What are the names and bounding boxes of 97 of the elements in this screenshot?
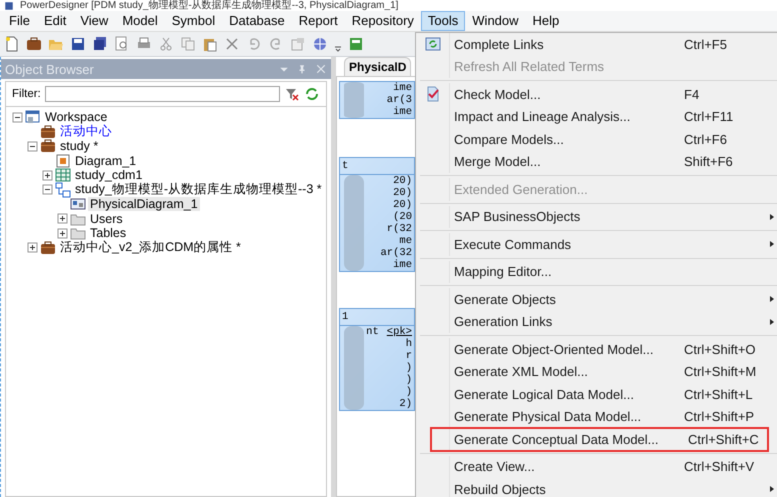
expand-icon[interactable]	[57, 228, 68, 239]
new-diagram-icon[interactable]	[348, 36, 364, 52]
properties-icon[interactable]	[290, 36, 306, 52]
table-symbol[interactable]: ime ar(3 ime	[339, 81, 415, 119]
menu-item[interactable]: SAP BusinessObjects	[416, 206, 777, 228]
tree-item[interactable]: Tables	[88, 226, 128, 240]
save-icon[interactable]	[70, 36, 86, 52]
delete-icon[interactable]	[224, 36, 240, 52]
expand-icon[interactable]	[42, 170, 53, 181]
paste-icon[interactable]	[202, 36, 218, 52]
workspace-icon	[25, 109, 41, 126]
menu-item[interactable]: Generate XML Model... Ctrl+Shift+M	[416, 360, 777, 383]
tree-item[interactable]: PhysicalDiagram_1	[88, 197, 200, 212]
filter-field[interactable]	[44, 86, 280, 102]
menu-title[interactable]: Tools	[420, 11, 466, 31]
menu-title[interactable]: Symbol	[164, 11, 222, 31]
column-text: ime	[393, 82, 412, 94]
refresh-icon[interactable]	[304, 86, 320, 102]
collapse-icon[interactable]	[12, 112, 23, 123]
menu-item[interactable]: Generate Logical Data Model... Ctrl+Shift+L	[416, 383, 777, 406]
column-text: r	[406, 350, 412, 362]
menu-title[interactable]: Window	[465, 11, 526, 31]
briefcase-icon	[40, 138, 56, 154]
diagram-icon	[55, 152, 71, 169]
collapse-icon[interactable]	[27, 140, 38, 152]
menu-item[interactable]: Generate Physical Data Model... Ctrl+Shift+P	[416, 406, 777, 428]
menu-title[interactable]: Repository	[344, 11, 421, 31]
column-text: ar(32	[380, 247, 412, 259]
key-tag: <pk>	[386, 326, 412, 338]
redaction-blur	[344, 82, 364, 118]
column-text: nt	[366, 326, 379, 338]
pane-title: Object Browser	[5, 62, 94, 76]
column-text: 20)	[393, 199, 412, 211]
tree-item[interactable]: 活动中心_v2_添加CDM的属性 *	[58, 239, 243, 256]
column-text: ar(3	[386, 94, 412, 106]
tree-item[interactable]: study_物理模型-从数据库生成物理模型--3 *	[73, 181, 324, 198]
copy-icon[interactable]	[180, 36, 196, 52]
menu-title[interactable]: File	[2, 11, 37, 31]
briefcase-icon	[40, 240, 56, 256]
new-file-icon[interactable]	[4, 36, 20, 52]
tree-item[interactable]: study_cdm1	[73, 168, 144, 182]
menu-item[interactable]: Generate Conceptual Data Model... Ctrl+Shift+C	[431, 428, 768, 450]
tree-item[interactable]: Diagram_1	[73, 154, 138, 168]
column-text: 2)	[399, 398, 412, 410]
refresh-icon	[424, 36, 440, 52]
table-name: t	[342, 160, 348, 172]
tree-item[interactable]: study *	[58, 139, 100, 154]
app-icon	[4, 1, 14, 11]
grid-model-icon	[55, 167, 71, 184]
column-text: ime	[393, 259, 412, 271]
menu-item[interactable]: Compare Models... Ctrl+F6	[416, 128, 777, 150]
column-text: 20)	[393, 175, 412, 187]
check-document-icon	[424, 86, 440, 102]
tree-item[interactable]: Workspace	[43, 110, 110, 124]
tree-item[interactable]: 活动中心	[58, 123, 114, 140]
menu-item[interactable]: Create View... Ctrl+Shift+V	[416, 456, 777, 478]
menu-item[interactable]: Generate Object-Oriented Model... Ctrl+Shift+O	[416, 338, 777, 360]
tables-model-icon	[55, 182, 71, 198]
column-text: ime	[393, 106, 412, 118]
menu-item[interactable]: Generation Links	[416, 310, 777, 333]
menu-item[interactable]: Rebuild Objects	[416, 478, 777, 497]
globe-icon[interactable]	[312, 36, 328, 52]
menu-item[interactable]: Impact and Lineage Analysis... Ctrl+F11	[416, 106, 777, 128]
briefcase-icon[interactable]	[26, 36, 42, 52]
menu-item[interactable]: Execute Commands	[416, 233, 777, 256]
table-name: 1	[342, 311, 348, 323]
diagram-tab[interactable]: PhysicalD	[344, 57, 412, 76]
column-text: )	[406, 362, 412, 374]
menu-title[interactable]: Database	[222, 11, 292, 31]
menu-item[interactable]: Check Model... F4	[416, 83, 777, 106]
menu-title[interactable]: View	[73, 11, 116, 31]
column-text: 20)	[393, 187, 412, 199]
tree-item[interactable]: Users	[88, 212, 125, 226]
column-text: r(32	[386, 223, 412, 235]
column-text: me	[399, 235, 412, 247]
menu-title[interactable]: Help	[526, 11, 566, 31]
diagram-icon	[70, 196, 86, 212]
filter-label: Filter:	[12, 88, 41, 100]
clear-filter-icon[interactable]	[284, 86, 300, 102]
expand-icon[interactable]	[57, 213, 68, 224]
expand-icon[interactable]	[27, 242, 38, 254]
menu-item[interactable]: Merge Model... Shift+F6	[416, 150, 777, 173]
menu-title[interactable]: Model	[115, 11, 165, 31]
collapse-icon[interactable]	[42, 184, 53, 196]
menu-item[interactable]: Mapping Editor...	[416, 260, 777, 283]
save-all-icon[interactable]	[92, 36, 108, 52]
column-text: )	[406, 386, 412, 398]
cut-icon[interactable]	[158, 36, 174, 52]
menu-title[interactable]: Report	[292, 11, 345, 31]
menu-item[interactable]: Generate Objects	[416, 288, 777, 310]
menu-title[interactable]: Edit	[36, 11, 74, 31]
column-text: (20	[393, 211, 412, 223]
column-text: h	[406, 338, 412, 350]
table-symbol[interactable]: t 20) 20) 20) (20 r(32 me ar(32 ime	[339, 157, 415, 272]
column-text: )	[406, 374, 412, 386]
briefcase-icon	[40, 124, 56, 140]
table-symbol[interactable]: 1 nt <pk> h r ) ) ) 2)	[339, 308, 415, 411]
